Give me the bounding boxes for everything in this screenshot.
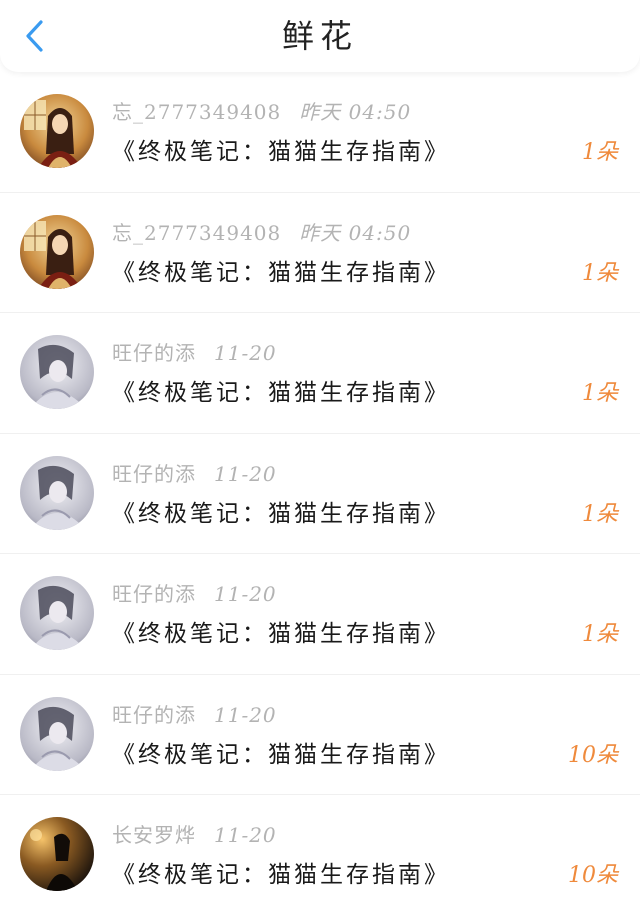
page-title: 鲜花 [281,17,358,55]
book-title: 《终极笔记：猫猫生存指南》 [112,380,450,406]
avatar[interactable] [20,696,94,771]
send-time: 11-20 [214,702,277,727]
list-item[interactable]: 忘_2777349408 昨天 04:50 《终极笔记：猫猫生存指南》 1朵 [0,72,640,193]
gift-list: 忘_2777349408 昨天 04:50 《终极笔记：猫猫生存指南》 1朵 忘_… [0,72,640,897]
list-item[interactable]: 旺仔的添 11-20 《终极笔记：猫猫生存指南》 10朵 [0,675,640,795]
flower-list-screen: 鲜花 忘_2777349408 昨天 04:50 《终极笔记：猫猫生存指南》 1朵 [0,0,640,897]
book-title: 《终极笔记：猫猫生存指南》 [112,741,450,768]
sender-meta: 旺仔的添 11-20 [112,337,277,366]
flower-count: 1朵 [582,260,618,286]
flower-count: 1朵 [582,140,618,165]
flower-count: 10朵 [568,742,618,768]
sender-meta: 长安罗烨 11-20 [112,819,277,848]
send-time: 11-20 [214,341,277,365]
flower-count: 10朵 [568,863,618,888]
flower-count: 1朵 [582,622,618,647]
sender-meta: 忘_2777349408 昨天 04:50 [112,96,411,125]
list-item[interactable]: 长安罗烨 11-20 《终极笔记：猫猫生存指南》 10朵 [0,795,640,897]
book-title: 《终极笔记：猫猫生存指南》 [112,500,450,527]
list-item[interactable]: 忘_2777349408 昨天 04:50 《终极笔记：猫猫生存指南》 1朵 [0,193,640,313]
sender-meta: 旺仔的添 11-20 [112,458,277,487]
book-title: 《终极笔记：猫猫生存指南》 [112,862,450,888]
sender-name: 旺仔的添 [112,582,196,606]
avatar[interactable] [20,817,94,891]
avatar[interactable] [20,214,94,289]
book-title: 《终极笔记：猫猫生存指南》 [112,621,450,647]
avatar[interactable] [20,94,94,168]
flower-count: 1朵 [582,501,618,527]
sender-name: 旺仔的添 [112,461,196,486]
sender-name: 旺仔的添 [112,702,196,727]
sender-name: 忘_2777349408 [112,220,282,245]
sender-name: 忘_2777349408 [112,100,282,124]
send-time: 昨天 04:50 [299,100,412,124]
list-item[interactable]: 旺仔的添 11-20 《终极笔记：猫猫生存指南》 1朵 [0,434,640,554]
flower-count: 1朵 [582,381,618,406]
nav-header: 鲜花 [0,0,640,72]
sender-name: 旺仔的添 [112,341,196,365]
sender-meta: 忘_2777349408 昨天 04:50 [112,217,411,246]
list-item[interactable]: 旺仔的添 11-20 《终极笔记：猫猫生存指南》 1朵 [0,313,640,434]
book-title: 《终极笔记：猫猫生存指南》 [112,259,450,286]
avatar[interactable] [20,455,94,530]
send-time: 11-20 [214,461,277,486]
sender-meta: 旺仔的添 11-20 [112,699,277,728]
list-item[interactable]: 旺仔的添 11-20 《终极笔记：猫猫生存指南》 1朵 [0,554,640,675]
book-title: 《终极笔记：猫猫生存指南》 [112,139,450,165]
send-time: 昨天 04:50 [299,220,412,245]
avatar[interactable] [20,335,94,409]
sender-name: 长安罗烨 [112,823,196,847]
sender-meta: 旺仔的添 11-20 [112,578,277,607]
send-time: 11-20 [214,582,277,606]
avatar[interactable] [20,576,94,650]
send-time: 11-20 [214,823,277,847]
